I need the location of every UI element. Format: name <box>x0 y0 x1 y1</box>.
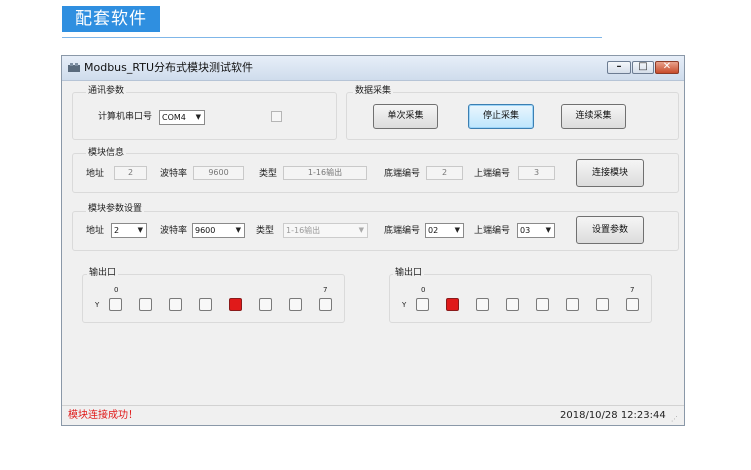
title-bar[interactable]: Modbus_RTU分布式模块测试软件 – □ ✕ <box>62 56 684 81</box>
status-message: 模块连接成功！ <box>68 410 138 421</box>
info-address-label: 地址 <box>86 169 105 179</box>
set-base-select[interactable]: 02 ▼ <box>425 223 464 238</box>
output-right-end-index: 7 <box>630 286 635 294</box>
comm-group-label: 通讯参数 <box>86 86 127 97</box>
port-select[interactable]: COM4 ▼ <box>159 110 205 125</box>
set-upper-value: 03 <box>520 226 531 235</box>
info-baud-label: 波特率 <box>160 169 188 179</box>
output-right-led[interactable] <box>536 298 549 311</box>
set-address-select[interactable]: 2 ▼ <box>111 223 147 238</box>
output-right-led[interactable] <box>506 298 519 311</box>
port-label: 计算机串口号 <box>98 112 153 122</box>
app-icon <box>68 63 80 72</box>
maximize-icon: □ <box>638 61 648 72</box>
module-set-group-label: 模块参数设置 <box>86 204 145 215</box>
set-base-label: 底端编号 <box>384 226 421 236</box>
output-right-row-label: Y <box>402 301 407 309</box>
set-upper-label: 上端编号 <box>474 226 511 236</box>
output-left-led[interactable] <box>199 298 212 311</box>
info-base-label: 底端编号 <box>384 169 421 179</box>
set-address-value: 2 <box>114 226 120 235</box>
stop-collect-button[interactable]: 停止采集 <box>468 104 534 129</box>
chevron-down-icon: ▼ <box>137 226 143 234</box>
output-left-row-label: Y <box>95 301 100 309</box>
output-right-start-index: 0 <box>421 286 426 294</box>
set-upper-select[interactable]: 03 ▼ <box>517 223 555 238</box>
minimize-icon: – <box>616 61 622 72</box>
close-icon: ✕ <box>662 61 672 72</box>
output-left-start-index: 0 <box>114 286 119 294</box>
info-base-field: 2 <box>426 166 463 180</box>
minimize-button[interactable]: – <box>607 61 631 74</box>
info-upper-label: 上端编号 <box>474 169 511 179</box>
output-right-led[interactable] <box>626 298 639 311</box>
set-baud-select[interactable]: 9600 ▼ <box>192 223 245 238</box>
chevron-down-icon: ▼ <box>545 226 551 234</box>
output-right-led[interactable] <box>566 298 579 311</box>
heading-underline <box>62 37 602 38</box>
comm-checkbox[interactable] <box>271 111 282 122</box>
continuous-collect-button[interactable]: 连续采集 <box>561 104 626 129</box>
set-params-button[interactable]: 设置参数 <box>576 216 644 244</box>
single-collect-button[interactable]: 单次采集 <box>373 104 438 129</box>
page-heading: 配套软件 <box>62 6 160 32</box>
status-datetime: 2018/10/28 12:23:44 <box>560 410 666 421</box>
chevron-down-icon: ▼ <box>358 226 364 234</box>
maximize-button[interactable]: □ <box>632 61 654 74</box>
info-address-field: 2 <box>114 166 147 180</box>
window-title: Modbus_RTU分布式模块测试软件 <box>84 61 254 74</box>
resize-grip-icon[interactable]: ⋰ <box>671 415 678 423</box>
output-right-led[interactable] <box>596 298 609 311</box>
set-base-value: 02 <box>428 226 439 235</box>
set-type-select[interactable]: 1-16输出 ▼ <box>283 223 368 238</box>
output-right-group-label: 输出口 <box>393 268 425 279</box>
set-type-label: 类型 <box>256 226 275 236</box>
output-left-led[interactable] <box>109 298 122 311</box>
set-baud-value: 9600 <box>195 226 216 235</box>
output-left-led[interactable] <box>139 298 152 311</box>
output-left-led[interactable] <box>319 298 332 311</box>
chevron-down-icon: ▼ <box>195 113 201 121</box>
set-type-value: 1-16输出 <box>286 226 321 235</box>
close-button[interactable]: ✕ <box>655 61 679 74</box>
info-type-field: 1-16输出 <box>283 166 367 180</box>
output-right-led[interactable] <box>446 298 459 311</box>
collect-group-label: 数据采集 <box>353 86 394 97</box>
output-right-led[interactable] <box>416 298 429 311</box>
set-baud-label: 波特率 <box>160 226 188 236</box>
status-bar: 模块连接成功！ 2018/10/28 12:23:44 ⋰ <box>62 405 684 426</box>
chevron-down-icon: ▼ <box>235 226 241 234</box>
output-left-end-index: 7 <box>323 286 328 294</box>
port-select-value: COM4 <box>162 113 186 122</box>
output-right-led[interactable] <box>476 298 489 311</box>
output-left-group-label: 输出口 <box>87 268 119 279</box>
output-left-led[interactable] <box>169 298 182 311</box>
info-type-label: 类型 <box>259 169 278 179</box>
module-info-group-label: 模块信息 <box>86 148 127 159</box>
output-left-led[interactable] <box>229 298 242 311</box>
info-baud-field: 9600 <box>193 166 244 180</box>
output-left-led[interactable] <box>289 298 302 311</box>
set-address-label: 地址 <box>86 226 105 236</box>
info-upper-field: 3 <box>518 166 555 180</box>
connect-module-button[interactable]: 连接模块 <box>576 159 644 187</box>
app-window: Modbus_RTU分布式模块测试软件 – □ ✕ 通讯参数 计算机串口号 CO… <box>61 55 685 426</box>
chevron-down-icon: ▼ <box>454 226 460 234</box>
output-left-led[interactable] <box>259 298 272 311</box>
